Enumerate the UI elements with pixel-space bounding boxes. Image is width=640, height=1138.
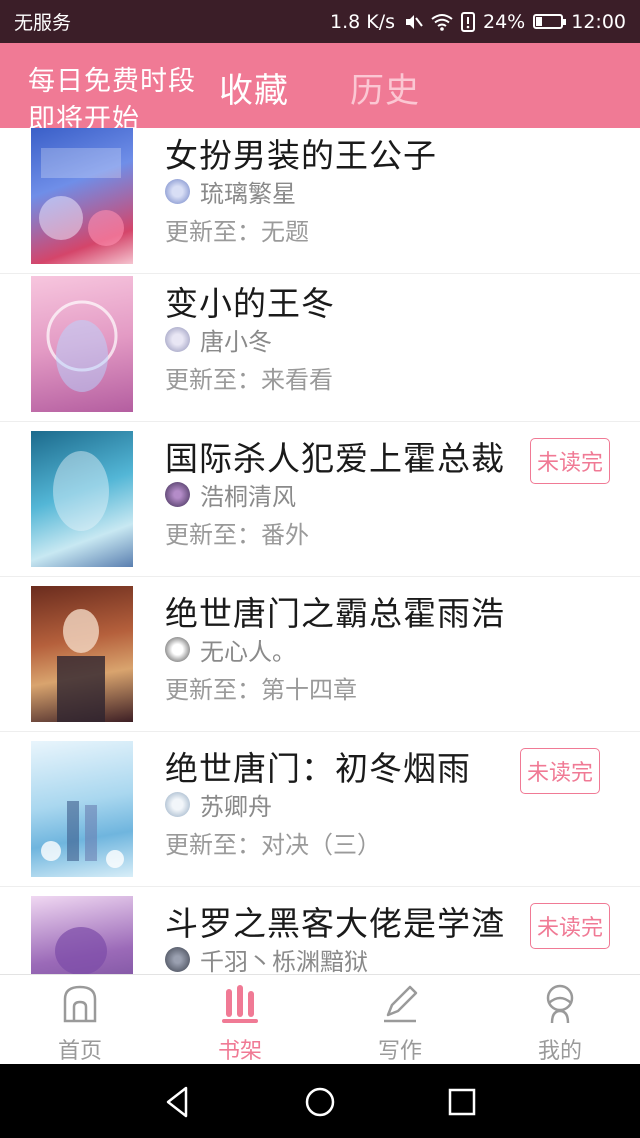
home-icon bbox=[63, 985, 97, 1023]
author-name: 苏卿舟 bbox=[200, 793, 272, 821]
nav-me[interactable]: 我的 bbox=[480, 975, 640, 1065]
sim-alert-icon bbox=[461, 11, 475, 32]
book-title: 绝世唐门：初冬烟雨 bbox=[165, 749, 471, 788]
book-title: 女扮男装的王公子 bbox=[165, 136, 437, 175]
network-speed: 1.8 K/s bbox=[329, 10, 395, 33]
bottom-nav: 首页 书架 写作 我的 bbox=[0, 974, 640, 1064]
book-title: 变小的王冬 bbox=[165, 284, 335, 323]
recents-icon[interactable] bbox=[442, 1082, 482, 1122]
mute-icon bbox=[403, 12, 423, 32]
nav-home[interactable]: 首页 bbox=[0, 975, 160, 1065]
tab-favorites[interactable]: 收藏 bbox=[219, 63, 289, 112]
system-nav-bar bbox=[0, 1064, 640, 1138]
nav-me-label: 我的 bbox=[537, 1039, 582, 1064]
battery-percent: 24% bbox=[483, 10, 526, 33]
nav-write[interactable]: 写作 bbox=[320, 975, 480, 1065]
author-avatar bbox=[165, 947, 190, 972]
nav-home-label: 首页 bbox=[57, 1039, 102, 1064]
book-title: 国际杀人犯爱上霍总裁 bbox=[165, 439, 505, 478]
latest-chapter: 更新至：对决（三） bbox=[165, 831, 381, 859]
latest-chapter: 更新至：来看看 bbox=[165, 366, 333, 394]
header: 每日免费时段即将开始 收藏 历史 bbox=[0, 43, 640, 128]
book-item[interactable]: 女扮男装的王公子 琉璃繁星 更新至：无题 bbox=[0, 128, 640, 274]
unread-badge: 未读完 bbox=[530, 438, 611, 484]
book-cover bbox=[31, 896, 133, 974]
back-icon[interactable] bbox=[158, 1082, 198, 1122]
author-row: 千羽丶栎渊黯狱 bbox=[165, 942, 368, 974]
author-row: 琉璃繁星 bbox=[165, 174, 296, 209]
bookshelf-icon bbox=[222, 985, 258, 1023]
book-title: 绝世唐门之霸总霍雨浩 bbox=[165, 594, 505, 633]
author-avatar bbox=[165, 179, 190, 204]
author-row: 唐小冬 bbox=[165, 322, 272, 357]
book-item[interactable]: 斗罗之黑客大佬是学渣 千羽丶栎渊黯狱 未读完 bbox=[0, 887, 640, 974]
author-avatar bbox=[165, 637, 190, 662]
book-item[interactable]: 变小的王冬 唐小冬 更新至：来看看 bbox=[0, 267, 640, 422]
latest-chapter: 更新至：第十四章 bbox=[165, 676, 357, 704]
unread-badge: 未读完 bbox=[530, 903, 611, 949]
book-item[interactable]: 绝世唐门：初冬烟雨 苏卿舟 更新至：对决（三） 未读完 bbox=[0, 732, 640, 887]
nav-bookshelf-label: 书架 bbox=[217, 1039, 262, 1064]
tab-history[interactable]: 历史 bbox=[350, 63, 420, 112]
author-row: 浩桐清风 bbox=[165, 477, 296, 512]
clock: 12:00 bbox=[571, 10, 626, 33]
profile-icon bbox=[546, 984, 574, 1024]
book-cover bbox=[31, 276, 133, 412]
status-bar: 无服务 1.8 K/s 24% 12:00 bbox=[0, 0, 640, 43]
bookshelf-list[interactable]: 女扮男装的王公子 琉璃繁星 更新至：无题 变小的王冬 唐小冬 更新至：来看看 国… bbox=[0, 128, 640, 974]
author-avatar bbox=[165, 792, 190, 817]
carrier-label: 无服务 bbox=[14, 12, 72, 34]
author-avatar bbox=[165, 482, 190, 507]
wifi-icon bbox=[431, 13, 453, 31]
book-item[interactable]: 国际杀人犯爱上霍总裁 浩桐清风 更新至：番外 未读完 bbox=[0, 422, 640, 577]
battery-icon bbox=[533, 14, 567, 29]
author-row: 苏卿舟 bbox=[165, 787, 272, 822]
nav-bookshelf[interactable]: 书架 bbox=[160, 975, 320, 1065]
book-title: 斗罗之黑客大佬是学渣 bbox=[165, 904, 505, 943]
author-name: 无心人。 bbox=[200, 638, 296, 666]
latest-chapter: 更新至：无题 bbox=[165, 218, 309, 246]
home-circle-icon[interactable] bbox=[300, 1082, 340, 1122]
pencil-icon bbox=[384, 985, 418, 1023]
nav-write-label: 写作 bbox=[377, 1039, 422, 1064]
author-avatar bbox=[165, 327, 190, 352]
free-period-promo[interactable]: 每日免费时段即将开始 bbox=[28, 63, 218, 128]
status-indicators: 1.8 K/s 24% 12:00 bbox=[330, 11, 626, 33]
book-cover bbox=[31, 431, 133, 567]
author-name: 琉璃繁星 bbox=[200, 180, 296, 208]
book-item[interactable]: 绝世唐门之霸总霍雨浩 无心人。 更新至：第十四章 bbox=[0, 577, 640, 732]
latest-chapter: 更新至：番外 bbox=[165, 521, 309, 549]
author-name: 浩桐清风 bbox=[200, 483, 296, 511]
book-cover bbox=[31, 741, 133, 877]
unread-badge: 未读完 bbox=[520, 748, 601, 794]
book-cover bbox=[31, 128, 133, 264]
author-name: 唐小冬 bbox=[200, 328, 272, 356]
book-cover bbox=[31, 586, 133, 722]
author-name: 千羽丶栎渊黯狱 bbox=[200, 948, 368, 974]
author-row: 无心人。 bbox=[165, 632, 296, 667]
battery-level bbox=[536, 17, 543, 26]
